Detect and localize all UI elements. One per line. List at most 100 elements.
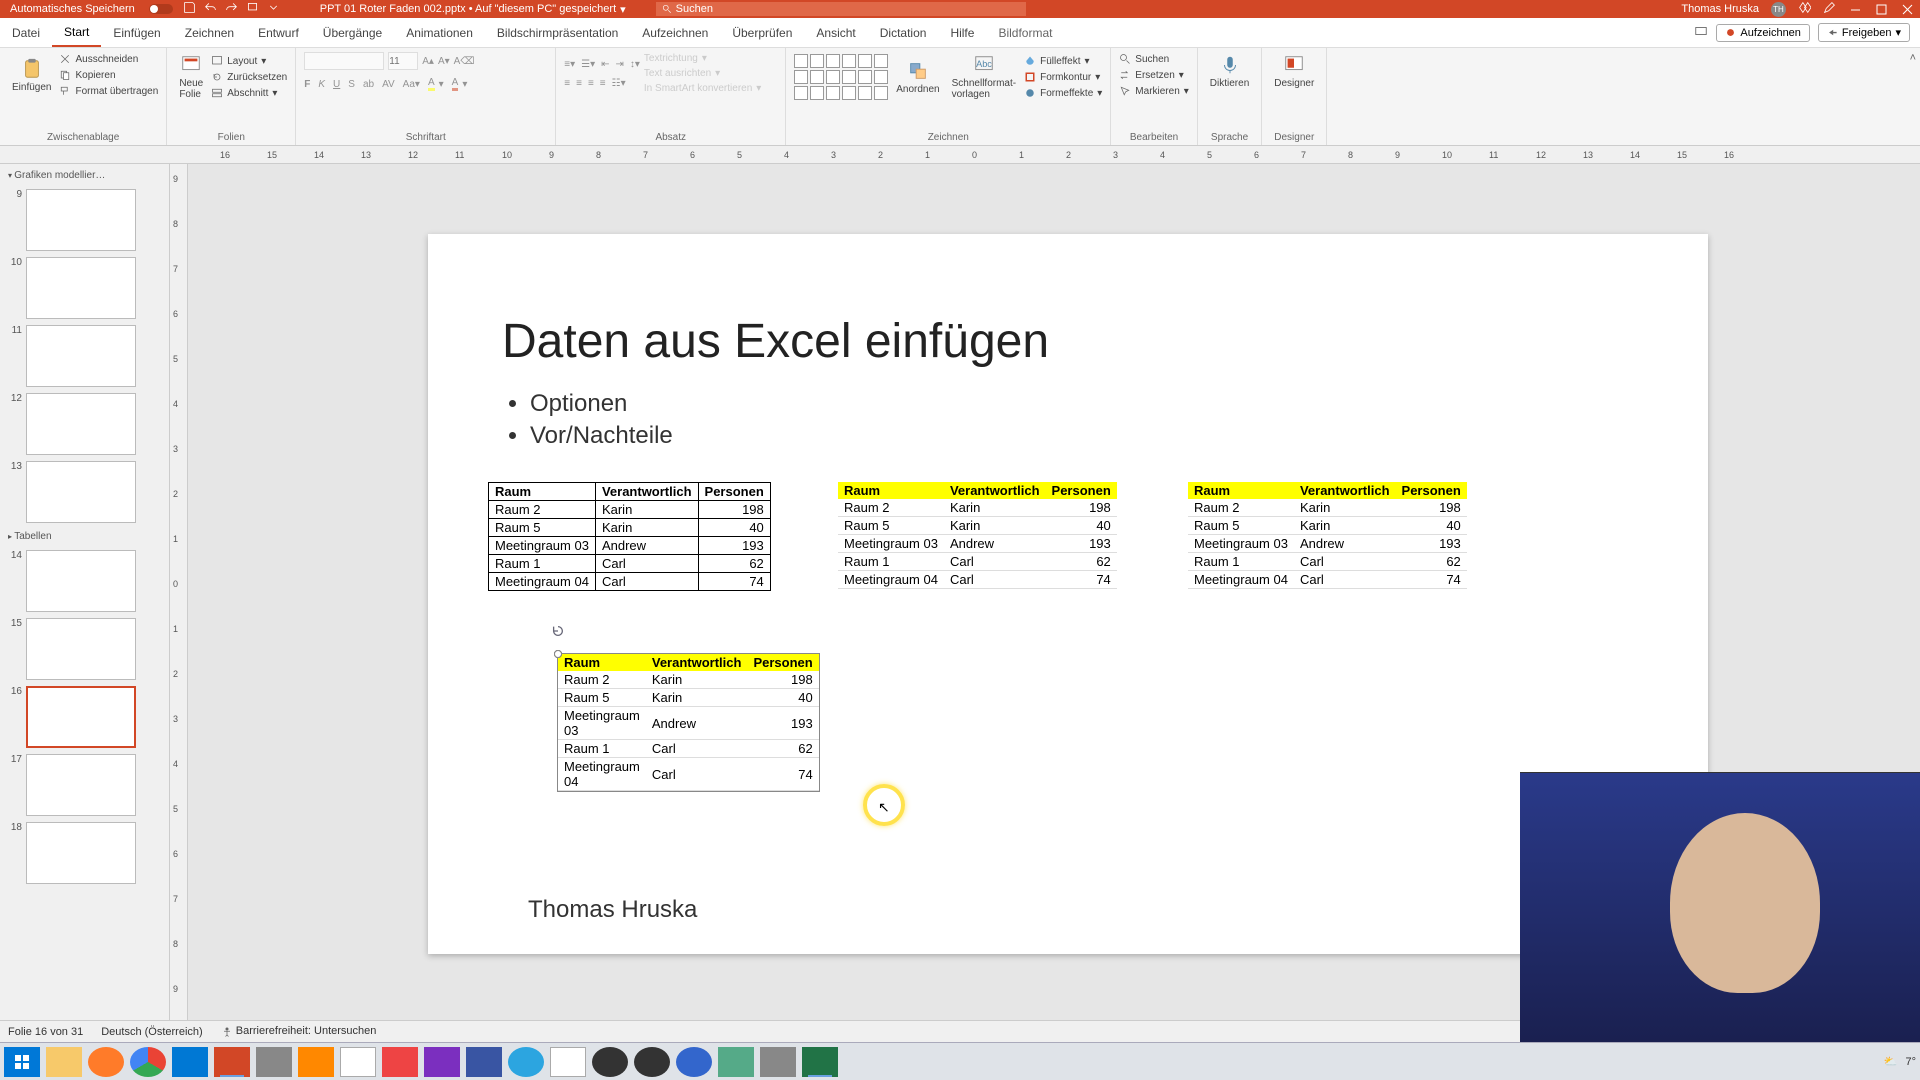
docname-dropdown-icon[interactable]: ▾ bbox=[620, 3, 626, 16]
tab-bildformat[interactable]: Bildformat bbox=[986, 20, 1064, 46]
tab-entwurf[interactable]: Entwurf bbox=[246, 20, 311, 46]
weather-temp[interactable]: 7° bbox=[1905, 1056, 1916, 1068]
qat-dropdown-icon[interactable] bbox=[267, 1, 280, 17]
redo-icon[interactable] bbox=[225, 1, 238, 17]
ribbon-display-icon[interactable] bbox=[1694, 24, 1708, 41]
section-header-tabellen[interactable]: Tabellen bbox=[4, 529, 165, 544]
font-color-button[interactable]: A▾ bbox=[452, 76, 468, 92]
bold-button[interactable]: F bbox=[304, 78, 310, 91]
align-center-button[interactable]: ≡ bbox=[576, 77, 582, 90]
start-button[interactable] bbox=[4, 1047, 40, 1077]
accessibility-indicator[interactable]: Barrierefreiheit: Untersuchen bbox=[221, 1025, 377, 1037]
reset-button[interactable]: Zurücksetzen bbox=[211, 70, 287, 84]
tab-einfuegen[interactable]: Einfügen bbox=[101, 20, 172, 46]
bullets-button[interactable]: ≡▾ bbox=[564, 58, 575, 71]
task-app6-icon[interactable] bbox=[634, 1047, 670, 1077]
strike-button[interactable]: S bbox=[348, 78, 355, 91]
author-text[interactable]: Thomas Hruska bbox=[528, 896, 697, 924]
tab-start[interactable]: Start bbox=[52, 19, 101, 47]
thumbnail-slide-9[interactable]: 9 bbox=[4, 189, 165, 251]
layout-button[interactable]: Layout ▾ bbox=[211, 54, 287, 68]
text-direction-button[interactable]: Textrichtung ▾ bbox=[644, 52, 761, 65]
thumbnail-slide-10[interactable]: 10 bbox=[4, 257, 165, 319]
tab-dictation[interactable]: Dictation bbox=[868, 20, 939, 46]
start-from-beginning-icon[interactable] bbox=[246, 1, 259, 17]
table-yellow-selected[interactable]: RaumVerantwortlichPersonenRaum 2Karin198… bbox=[558, 654, 819, 791]
task-firefox-icon[interactable] bbox=[88, 1047, 124, 1077]
task-outlook-icon[interactable] bbox=[172, 1047, 208, 1077]
task-app2-icon[interactable] bbox=[340, 1047, 376, 1077]
thumbnail-slide-15[interactable]: 15 bbox=[4, 618, 165, 680]
tab-ansicht[interactable]: Ansicht bbox=[804, 20, 867, 46]
line-spacing-button[interactable]: ↕▾ bbox=[630, 58, 640, 71]
maximize-button[interactable] bbox=[1874, 2, 1888, 16]
tab-aufzeichnen[interactable]: Aufzeichnen bbox=[630, 20, 720, 46]
shape-fill-button[interactable]: Fülleffekt ▾ bbox=[1024, 54, 1102, 68]
cut-button[interactable]: Ausschneiden bbox=[59, 52, 158, 66]
thumbnail-slide-12[interactable]: 12 bbox=[4, 393, 165, 455]
case-button[interactable]: Aa▾ bbox=[403, 78, 420, 91]
weather-icon[interactable]: ⛅ bbox=[1884, 1055, 1898, 1068]
quick-styles-button[interactable]: AbcSchnellformat- vorlagen bbox=[948, 52, 1020, 102]
shapes-gallery[interactable] bbox=[794, 54, 888, 100]
indent-inc-button[interactable]: ⇥ bbox=[615, 58, 623, 71]
section-button[interactable]: Abschnitt ▾ bbox=[211, 86, 287, 100]
task-app9-icon[interactable] bbox=[760, 1047, 796, 1077]
copy-button[interactable]: Kopieren bbox=[59, 68, 158, 82]
task-explorer-icon[interactable] bbox=[46, 1047, 82, 1077]
increase-font-icon[interactable]: A▴ bbox=[422, 55, 434, 68]
dictate-button[interactable]: Diktieren bbox=[1206, 52, 1253, 91]
collapse-ribbon-icon[interactable]: ˄ bbox=[1906, 48, 1920, 145]
task-app4-icon[interactable] bbox=[550, 1047, 586, 1077]
thumbnail-slide-11[interactable]: 11 bbox=[4, 325, 165, 387]
task-app5-icon[interactable] bbox=[592, 1047, 628, 1077]
align-right-button[interactable]: ≡ bbox=[588, 77, 594, 90]
smartart-button[interactable]: In SmartArt konvertieren ▾ bbox=[644, 82, 761, 95]
font-family-input[interactable] bbox=[304, 52, 384, 70]
undo-icon[interactable] bbox=[204, 1, 217, 17]
search-box[interactable]: Suchen bbox=[656, 2, 1026, 16]
align-justify-button[interactable]: ≡ bbox=[600, 77, 606, 90]
highlight-button[interactable]: A▾ bbox=[428, 76, 444, 92]
language-indicator[interactable]: Deutsch (Österreich) bbox=[101, 1026, 202, 1038]
columns-button[interactable]: ☷▾ bbox=[612, 77, 626, 90]
find-button[interactable]: Suchen bbox=[1119, 52, 1189, 66]
share-button[interactable]: Freigeben▾ bbox=[1818, 23, 1910, 42]
task-app7-icon[interactable] bbox=[676, 1047, 712, 1077]
shadow-button[interactable]: ab bbox=[363, 78, 374, 91]
thumbnail-slide-16[interactable]: 16 bbox=[4, 686, 165, 748]
tab-uebergaenge[interactable]: Übergänge bbox=[311, 20, 394, 46]
task-chrome-icon[interactable] bbox=[130, 1047, 166, 1077]
pen-icon[interactable] bbox=[1823, 1, 1836, 17]
tab-hilfe[interactable]: Hilfe bbox=[938, 20, 986, 46]
thumbnail-slide-17[interactable]: 17 bbox=[4, 754, 165, 816]
tab-ueberpruefen[interactable]: Überprüfen bbox=[720, 20, 804, 46]
slide-thumbnails-panel[interactable]: Grafiken modellier… 910111213 Tabellen 1… bbox=[0, 164, 170, 1020]
task-powerpoint-icon[interactable] bbox=[214, 1047, 250, 1077]
select-button[interactable]: Markieren ▾ bbox=[1119, 84, 1189, 98]
task-onenote-icon[interactable] bbox=[424, 1047, 460, 1077]
font-size-input[interactable] bbox=[388, 52, 418, 70]
rotate-handle-icon[interactable] bbox=[551, 624, 565, 638]
format-painter-button[interactable]: Format übertragen bbox=[59, 84, 158, 98]
shape-outline-button[interactable]: Formkontur ▾ bbox=[1024, 70, 1102, 84]
italic-button[interactable]: K bbox=[318, 78, 325, 91]
avatar[interactable]: TH bbox=[1771, 2, 1786, 17]
paste-button[interactable]: Einfügen bbox=[8, 56, 55, 95]
text-align-button[interactable]: Text ausrichten ▾ bbox=[644, 67, 761, 80]
underline-button[interactable]: U bbox=[333, 78, 340, 91]
task-visio-icon[interactable] bbox=[466, 1047, 502, 1077]
new-slide-button[interactable]: Neue Folie bbox=[175, 52, 207, 102]
shape-effects-button[interactable]: Formeffekte ▾ bbox=[1024, 86, 1102, 100]
save-icon[interactable] bbox=[183, 1, 196, 17]
decrease-font-icon[interactable]: A▾ bbox=[438, 55, 450, 68]
clear-format-icon[interactable]: A⌫ bbox=[454, 55, 475, 68]
tab-animationen[interactable]: Animationen bbox=[394, 20, 485, 46]
thumbnail-slide-18[interactable]: 18 bbox=[4, 822, 165, 884]
task-excel-icon[interactable] bbox=[802, 1047, 838, 1077]
slide-bullets[interactable]: Optionen Vor/Nachteile bbox=[502, 390, 673, 454]
section-header-grafiken[interactable]: Grafiken modellier… bbox=[4, 168, 165, 183]
align-left-button[interactable]: ≡ bbox=[564, 77, 570, 90]
designer-button[interactable]: Designer bbox=[1270, 52, 1318, 91]
slide-title[interactable]: Daten aus Excel einfügen bbox=[502, 314, 1049, 369]
